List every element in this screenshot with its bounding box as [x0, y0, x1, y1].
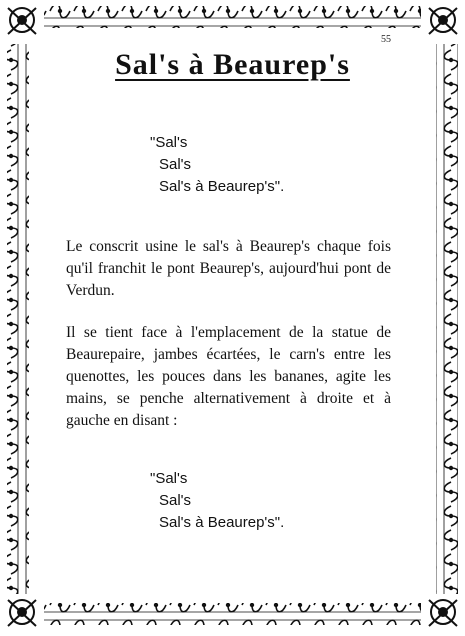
corner-ornament-top-right [428, 7, 458, 35]
book-page: 55 Sal's à Beaurep's "Sal's Sal's Sal's … [0, 0, 465, 636]
verse-line: Sal's à Beaurep's". [159, 514, 285, 531]
verse-line: "Sal's [150, 134, 188, 151]
paragraph-2: Il se tient face à l'emplacement de la s… [66, 324, 391, 429]
page-number: 55 [381, 34, 391, 45]
verse-top: "Sal's Sal's Sal's à Beaurep's". [150, 132, 284, 198]
paragraph-1: Le conscrit usine le sal's à Beaurep's c… [66, 238, 391, 299]
verse-line: "Sal's [150, 470, 188, 487]
ornamental-border [7, 6, 458, 627]
corner-ornament-top-left [7, 7, 37, 35]
page-title: Sal's à Beaurep's [115, 48, 350, 81]
verse-line: Sal's à Beaurep's". [159, 178, 285, 195]
corner-ornament-bottom-right [428, 599, 458, 627]
corner-ornament-bottom-left [7, 599, 37, 627]
verse-line: Sal's [159, 492, 192, 509]
verse-bottom: "Sal's Sal's Sal's à Beaurep's". [150, 468, 284, 534]
verse-line: Sal's [159, 156, 192, 173]
